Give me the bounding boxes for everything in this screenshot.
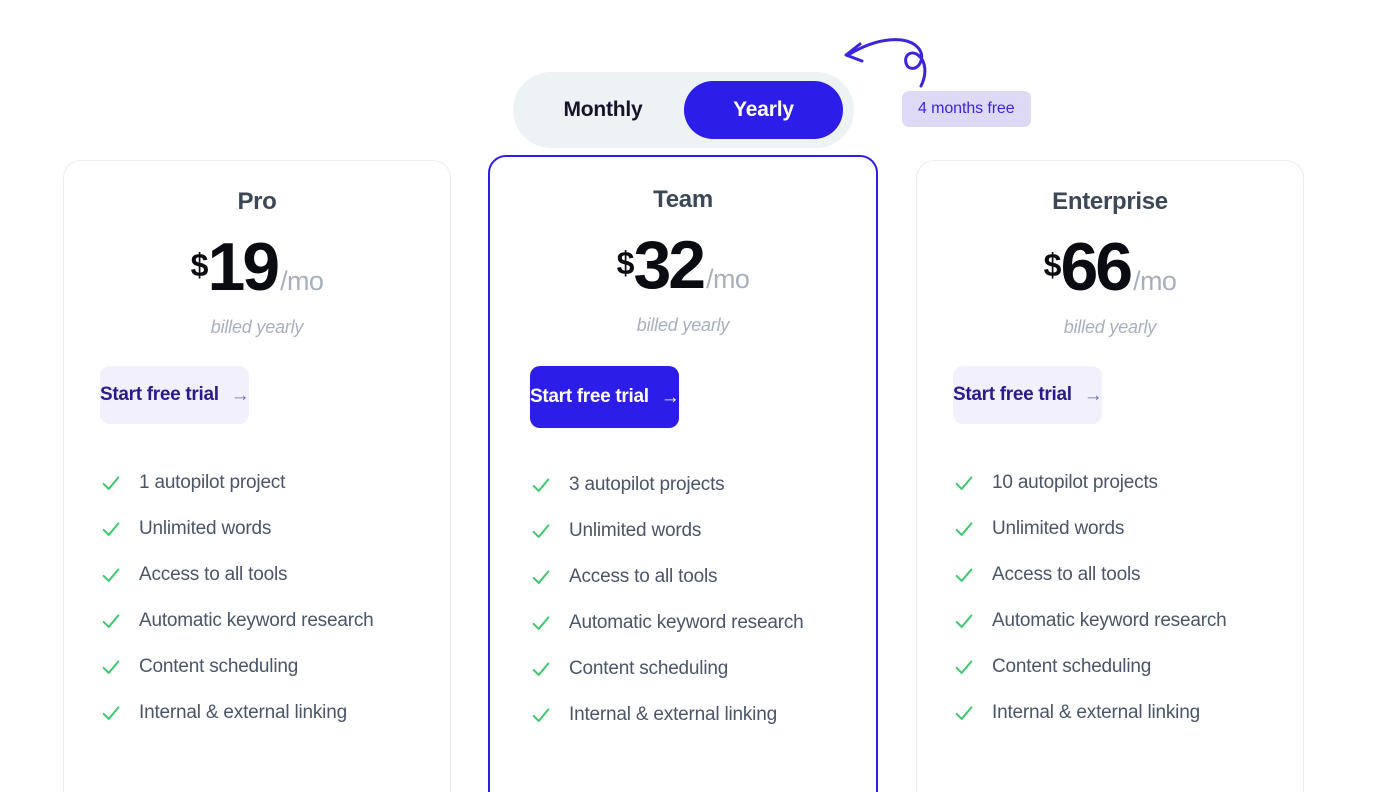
price-amount: 66 [1060,229,1133,306]
check-icon [532,570,550,585]
check-icon [955,660,973,675]
arrow-right-icon: → [660,386,680,408]
promo-badge: 4 months free [902,91,1031,127]
price-currency: $ [1043,247,1062,284]
feature-item: Internal & external linking [530,692,836,738]
feature-label: Automatic keyword research [139,610,374,632]
feature-label: Content scheduling [992,656,1152,678]
feature-item: Unlimited words [953,506,1267,552]
feature-label: Internal & external linking [992,702,1200,724]
plan-name: Team [653,186,713,213]
plan-name: Enterprise [1052,188,1168,215]
feature-label: Access to all tools [139,564,288,586]
check-icon [532,524,550,539]
feature-label: Content scheduling [139,656,299,678]
feature-label: Automatic keyword research [992,610,1227,632]
feature-label: Unlimited words [139,518,272,540]
feature-item: Unlimited words [100,506,414,552]
curved-arrow-doodle [844,38,927,88]
feature-label: Access to all tools [569,566,718,588]
check-icon [532,708,550,723]
price-period: /mo [280,266,324,297]
toggle-option-monthly[interactable]: Monthly [513,72,693,148]
check-icon [955,614,973,629]
billing-note: billed yearly [1063,317,1157,338]
check-icon [532,478,550,493]
feature-item: Content scheduling [100,644,414,690]
feature-label: Unlimited words [569,520,702,542]
feature-label: Content scheduling [569,658,729,680]
cta-label: Start free trial [953,384,1072,406]
feature-list: 10 autopilot projects Unlimited words Ac… [917,460,1303,736]
feature-item: Internal & external linking [953,690,1267,736]
price-period: /mo [1133,266,1177,297]
cta-label: Start free trial [530,386,649,408]
feature-item: Access to all tools [953,552,1267,598]
feature-label: Unlimited words [992,518,1125,540]
feature-item: Automatic keyword research [530,600,836,646]
feature-list: 3 autopilot projects Unlimited words Acc… [490,462,876,738]
pricing-cards: Pro $ 19 /mo billed yearly Start free tr… [0,155,1386,792]
start-free-trial-button[interactable]: Start free trial → [953,366,1103,425]
feature-item: Internal & external linking [100,690,414,736]
feature-label: 1 autopilot project [139,472,286,494]
feature-item: Access to all tools [100,552,414,598]
arrow-right-icon: → [230,384,250,406]
toggle-option-yearly[interactable]: Yearly [684,81,843,139]
feature-label: Access to all tools [992,564,1141,586]
billing-period-toggle[interactable]: Monthly Yearly [513,72,854,148]
feature-item: 1 autopilot project [100,460,414,506]
feature-list: 1 autopilot project Unlimited words Acce… [64,460,450,736]
check-icon [102,660,120,675]
feature-item: Automatic keyword research [953,598,1267,644]
feature-item: Content scheduling [530,646,836,692]
plan-price: $ 19 /mo [64,233,450,301]
check-icon [102,568,120,583]
plan-price: $ 66 /mo [917,233,1303,301]
pricing-card-enterprise[interactable]: Enterprise $ 66 /mo billed yearly Start … [916,160,1304,792]
feature-label: Internal & external linking [139,702,347,724]
start-free-trial-button[interactable]: Start free trial → [100,366,250,425]
pricing-card-pro[interactable]: Pro $ 19 /mo billed yearly Start free tr… [63,160,451,792]
billing-note: billed yearly [636,315,730,336]
check-icon [955,522,973,537]
check-icon [955,476,973,491]
start-free-trial-button[interactable]: Start free trial → [530,366,680,429]
check-icon [102,522,120,537]
check-icon [532,662,550,677]
check-icon [102,706,120,721]
check-icon [955,568,973,583]
pricing-card-team[interactable]: Team $ 32 /mo billed yearly Start free t… [488,155,878,792]
feature-item: Automatic keyword research [100,598,414,644]
plan-name: Pro [237,188,277,215]
feature-item: Unlimited words [530,508,836,554]
feature-item: 10 autopilot projects [953,460,1267,506]
check-icon [955,706,973,721]
feature-label: Automatic keyword research [569,612,804,634]
feature-label: Internal & external linking [569,704,777,726]
price-amount: 32 [633,227,706,304]
plan-price: $ 32 /mo [490,231,876,299]
price-period: /mo [706,264,750,295]
check-icon [102,614,120,629]
billing-note: billed yearly [210,317,304,338]
price-currency: $ [616,245,635,282]
arrow-right-icon: → [1083,384,1103,406]
promo-badge-label: 4 months free [918,100,1015,117]
feature-label: 10 autopilot projects [992,472,1158,494]
cta-label: Start free trial [100,384,219,406]
check-icon [532,616,550,631]
feature-item: 3 autopilot projects [530,462,836,508]
feature-item: Content scheduling [953,644,1267,690]
check-icon [102,476,120,491]
feature-item: Access to all tools [530,554,836,600]
price-currency: $ [190,247,209,284]
price-amount: 19 [207,229,280,306]
feature-label: 3 autopilot projects [569,474,725,496]
billing-toggle-row: Monthly Yearly 4 months free [0,38,1386,148]
